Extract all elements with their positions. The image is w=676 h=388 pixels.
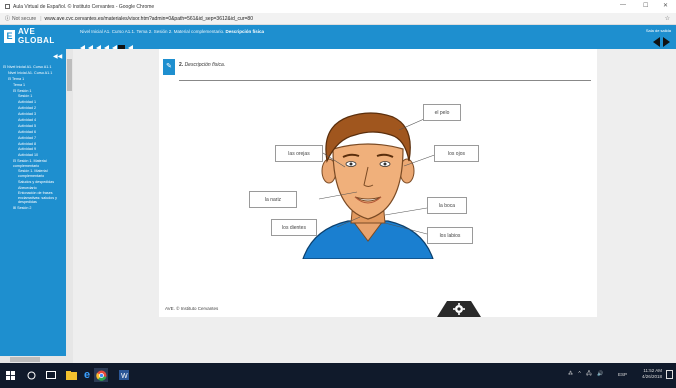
sidebar-item[interactable]: Saludos y despedidas (3, 180, 65, 184)
action-center-icon[interactable] (666, 370, 673, 379)
label-connectors (318, 111, 441, 235)
sidebar-item[interactable]: Actividad 9 (3, 147, 65, 151)
back-arrow-icon[interactable] (78, 38, 85, 51)
breadcrumb-path: Nivel Inicial A1. Curso A1.1. Tema 2. Se… (80, 29, 226, 34)
cortana-icon[interactable] (24, 368, 38, 382)
language-indicator[interactable]: ESP (618, 372, 627, 377)
sidebar-item[interactable]: Actividad 3 (3, 112, 65, 116)
windows-start-icon[interactable] (3, 368, 17, 382)
label-los-labios[interactable]: los labios (427, 227, 473, 244)
browser-title-bar: Aula Virtual de Español. © Instituto Cer… (0, 0, 676, 13)
breadcrumb-current: Descripción física (225, 29, 265, 34)
url-text[interactable]: www.ave.cvc.cervantes.es/materiales/viso… (45, 16, 253, 22)
tab-title: Aula Virtual de Español. © Instituto Cer… (13, 3, 155, 10)
content-area: ⟨ ⟩ ✎ 2. Descripción física. (73, 49, 676, 363)
sidebar-item[interactable]: ⊟ Tema 1 (3, 77, 65, 81)
info-icon[interactable]: ⓘ (5, 15, 10, 22)
activity-panel: ✎ 2. Descripción física. el pelo las ore… (159, 49, 597, 317)
sidebar-item[interactable]: Actividad 10 (3, 153, 65, 157)
logo-line1: AVE (18, 27, 36, 36)
sidebar-item[interactable]: Actividad 2 (3, 106, 65, 110)
sidebar-item[interactable]: Actividad 8 (3, 142, 65, 146)
sidebar-item[interactable]: Actividad 4 (3, 118, 65, 122)
maximize-icon[interactable]: ☐ (643, 2, 648, 9)
sidebar-item[interactable]: ⊟ Nivel Inicial A1. Curso A1.1 (3, 65, 65, 69)
bookmark-star-icon[interactable]: ☆ (665, 15, 670, 22)
minimize-icon[interactable]: — (620, 2, 626, 8)
app-header: E AVE GLOBAL Nivel Inicial A1. Curso A1.… (0, 25, 676, 51)
sidebar-item[interactable]: Nivel Inicial A1. Curso A1.1 (3, 71, 65, 75)
scrollbar-thumb[interactable] (67, 59, 72, 91)
label-los-ojos[interactable]: los ojos (434, 145, 479, 162)
next-arrow-icon[interactable] (663, 37, 670, 47)
sidebar-item[interactable]: ⊟ Sesión 1 (3, 89, 65, 93)
sidebar-item[interactable]: ⊞ Sesión 2 (3, 206, 65, 210)
chrome-icon[interactable] (94, 368, 108, 382)
sidebar-item[interactable]: ⊟ Sesión 1. Material complementario (3, 159, 65, 168)
sidebar-item[interactable]: Actividad 6 (3, 130, 65, 134)
exit-label[interactable]: Sala de salida (646, 28, 671, 33)
back-arrow-icon[interactable] (102, 38, 109, 51)
page-nav-arrows (78, 38, 133, 51)
label-la-nariz[interactable]: la nariz (249, 191, 297, 208)
back-arrow-icon[interactable] (110, 38, 117, 51)
sidebar-horizontal-scrollbar[interactable] (0, 356, 66, 363)
svg-text:W: W (121, 373, 128, 380)
clock-date: 4/26/2018 (641, 374, 662, 379)
sidebar-item[interactable]: Actividad 5 (3, 124, 65, 128)
ave-global-logo[interactable]: E AVE GLOBAL (4, 27, 76, 47)
label-los-dientes[interactable]: los dientes (271, 219, 317, 236)
sidebar-item[interactable]: Abecedario (3, 186, 65, 190)
label-el-pelo[interactable]: el pelo (423, 104, 461, 121)
sidebar-vertical-scrollbar[interactable] (66, 49, 73, 363)
system-tray-icons[interactable]: ⁂ ^ 🖧 🔊 (568, 371, 605, 379)
copyright-footer: AVE. © Instituto Cervantes (165, 306, 219, 311)
windows-taskbar: e W ⁂ ^ 🖧 🔊 ESP 11:52 AM 4/26/2018 (0, 363, 676, 388)
header-nav (653, 37, 670, 47)
breadcrumb: Nivel Inicial A1. Curso A1.1. Tema 2. Se… (80, 29, 264, 34)
task-view-icon[interactable] (44, 368, 58, 382)
collapse-sidebar-icon[interactable]: ◀◀ (53, 53, 62, 60)
logo-mark-icon: E (4, 30, 15, 43)
back-arrow-icon[interactable] (86, 38, 93, 51)
sidebar-item[interactable]: Sesión 1 (3, 94, 65, 98)
scrollbar-thumb[interactable] (10, 357, 40, 362)
url-separator: | (40, 15, 42, 22)
sidebar-item[interactable]: Sesión 1. Material complementario (3, 169, 65, 178)
label-la-boca[interactable]: la boca (427, 197, 467, 214)
edge-browser-icon[interactable]: e (80, 368, 94, 382)
sidebar-item[interactable]: Tema 1 (3, 83, 65, 87)
course-sidebar: ◀◀ ⊟ Nivel Inicial A1. Curso A1.1 Nivel I… (0, 49, 73, 363)
word-icon[interactable]: W (117, 368, 131, 382)
label-las-orejas[interactable]: las orejas (275, 145, 323, 162)
page-icon (5, 4, 10, 9)
sidebar-item[interactable]: Entonación de frases exclamativas: salud… (3, 191, 65, 204)
stop-square-icon[interactable] (118, 38, 125, 51)
address-bar[interactable]: ⓘ Not secure | www.ave.cvc.cervantes.es/… (0, 13, 676, 25)
settings-gear-icon[interactable] (437, 297, 481, 317)
logo-line2: GLOBAL (18, 36, 55, 45)
sidebar-item[interactable]: Actividad 7 (3, 136, 65, 140)
security-label[interactable]: Not secure (12, 16, 36, 22)
back-arrow-icon[interactable] (126, 38, 133, 51)
previous-arrow-icon[interactable] (653, 37, 660, 47)
course-tree: ⊟ Nivel Inicial A1. Curso A1.1 Nivel Inic… (3, 65, 65, 212)
clock[interactable]: 11:52 AM 4/26/2018 (642, 368, 662, 380)
close-icon[interactable]: ✕ (663, 2, 668, 9)
sidebar-item[interactable]: Actividad 1 (3, 100, 65, 104)
file-explorer-icon[interactable] (64, 368, 78, 382)
back-arrow-icon[interactable] (94, 38, 101, 51)
